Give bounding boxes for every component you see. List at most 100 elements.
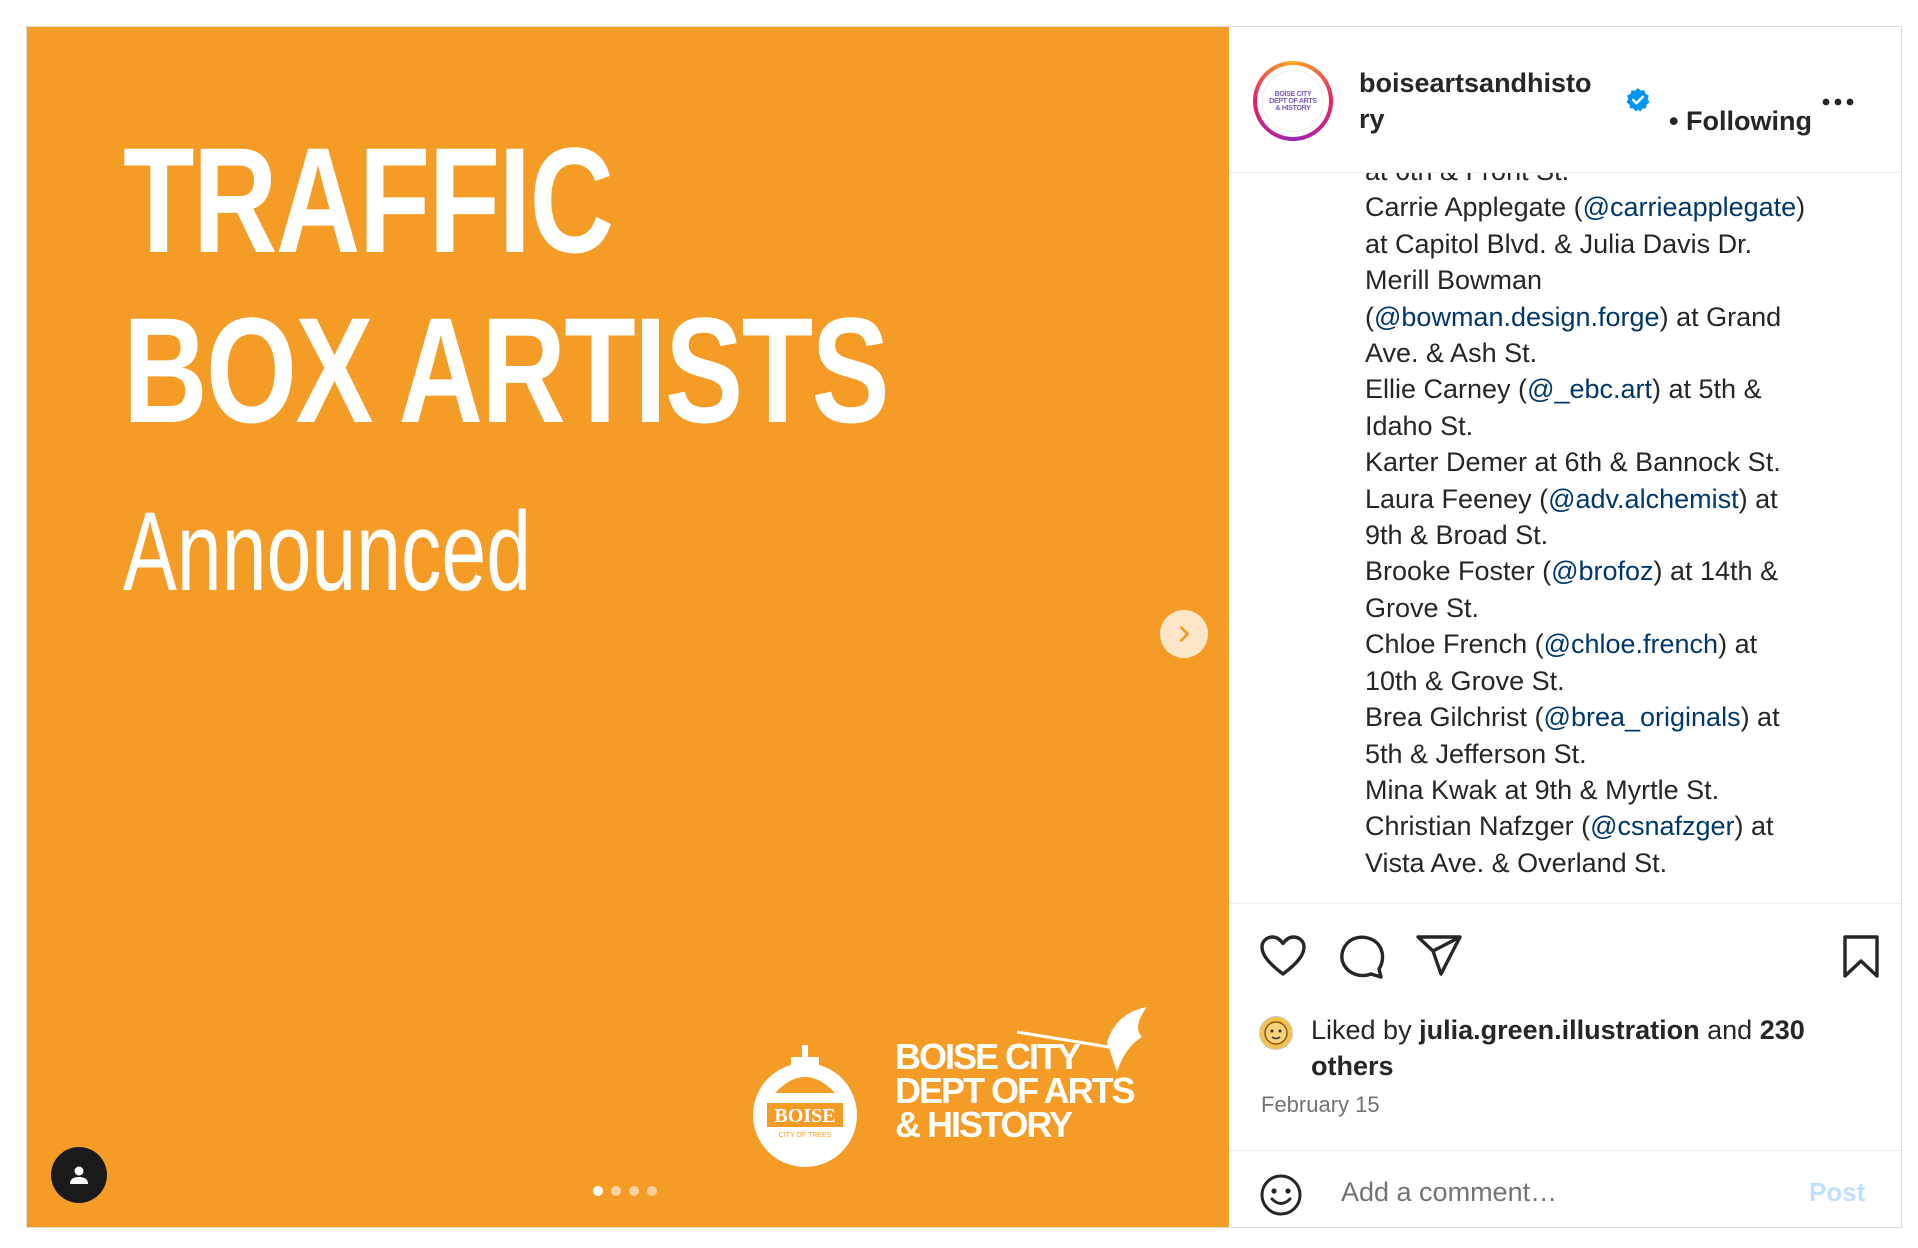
mention-link[interactable]: @brofoz (1551, 556, 1653, 586)
caption-text-segment: Vista Ave. & Overland St. (1365, 847, 1668, 878)
seal-text: BOISE (774, 1105, 835, 1127)
caption-text-segment: 10th & Grove St. (1365, 665, 1565, 696)
likes-middle: and (1699, 1015, 1760, 1045)
verified-badge-icon (1626, 88, 1650, 112)
avatar-inner: BOISE CITY DEPT OF ARTS & HISTORY (1257, 65, 1329, 137)
mention-link[interactable]: @brea_originals (1544, 702, 1741, 732)
share-icon[interactable] (1415, 934, 1463, 978)
caption-text-segment: Ave. & Ash St. (1365, 338, 1538, 369)
caption-text-segment: at Capitol Blvd. & Julia Davis Dr. (1365, 228, 1753, 259)
seal-subtext: CITY OF TREES (779, 1132, 832, 1139)
caption-line: Ave. & Ash St. (1365, 335, 1865, 371)
caption-text-segment: Christian Nafzger ( (1365, 811, 1591, 842)
post-comment-button[interactable]: Post (1809, 1177, 1865, 1208)
caption-text-segment: ) at Grand (1659, 301, 1782, 332)
follow-status-button[interactable]: • Following (1669, 103, 1812, 139)
caption-line: Brooke Foster (@brofoz) at 14th & (1365, 553, 1865, 589)
caption-line: Grove St. (1365, 590, 1865, 626)
caption-line: Chloe French (@chloe.french) at (1365, 626, 1865, 662)
liker-face-icon (1264, 1021, 1288, 1045)
tagged-users-button[interactable] (51, 1147, 107, 1203)
profile-avatar[interactable]: BOISE CITY DEPT OF ARTS & HISTORY (1253, 61, 1333, 141)
org-logo-line: DEPT OF ARTS (895, 1070, 1136, 1111)
caption-line: Brea Gilchrist (@brea_originals) at (1365, 699, 1865, 735)
profile-username[interactable]: boiseartsandhistory (1359, 65, 1599, 137)
caption-line: Carrie Applegate (@carrieapplegate) (1365, 189, 1865, 225)
carousel-indicator (593, 1186, 657, 1196)
caption-line: 10th & Grove St. (1365, 663, 1865, 699)
caption-line: 9th & Broad St. (1365, 517, 1865, 553)
caption-text-segment: Carrie Applegate ( (1365, 192, 1583, 223)
likes-summary: Liked by julia.green.illustration and 23… (1311, 1012, 1871, 1084)
caption-text-segment: Chloe French ( (1365, 629, 1544, 660)
carousel-dot (647, 1186, 657, 1196)
caption-line: Christian Nafzger (@csnafzger) at (1365, 808, 1865, 844)
comment-input[interactable] (1339, 1171, 1783, 1213)
next-slide-button[interactable] (1160, 610, 1208, 658)
likes-prefix: Liked by (1311, 1015, 1420, 1045)
caption-text-segment: ) at (1718, 629, 1758, 660)
caption-text-segment: ) at 14th & (1653, 556, 1779, 587)
caption-text-segment: Merill Bowman (1365, 265, 1543, 296)
caption-text-segment: Idaho St. (1365, 410, 1474, 441)
mention-link[interactable]: @chloe.french (1544, 629, 1719, 659)
org-logo-line: & HISTORY (895, 1104, 1073, 1145)
caption-text-segment: ) at (1738, 483, 1778, 514)
caption-text-segment: Laura Feeney ( (1365, 483, 1549, 514)
boise-seal-logo: BOISE CITY OF TREES (753, 1045, 857, 1167)
caption-text-segment: ) at (1740, 702, 1780, 733)
caption-text: at 6th & Front St. Carrie Applegate (@car… (1365, 173, 1865, 881)
bookmark-icon[interactable] (1841, 934, 1881, 980)
caption-text-segment: at 6th & Front St. (1365, 173, 1569, 186)
carousel-dot (611, 1186, 621, 1196)
caption-text-segment: Brea Gilchrist ( (1365, 702, 1544, 733)
avatar-logo-line: BOISE CITY (1274, 90, 1312, 98)
caption-text-segment: 9th & Broad St. (1365, 520, 1549, 551)
caption-line: Karter Demer at 6th & Bannock St. (1365, 444, 1865, 480)
media-subline: Announced (123, 489, 532, 614)
mention-link[interactable]: @bowman.design.forge (1374, 302, 1660, 332)
post-media[interactable]: TRAFFIC BOX ARTISTS Announced BOISE CITY… (27, 27, 1229, 1227)
avatar-logo-line: & HISTORY (1275, 104, 1311, 112)
separator-dot: • (1669, 106, 1679, 136)
post-side-panel: BOISE CITY DEPT OF ARTS & HISTORY boisea… (1229, 27, 1901, 1227)
liker-avatar[interactable] (1259, 1016, 1293, 1050)
caption-line: (@bowman.design.forge) at Grand (1365, 299, 1865, 335)
caption-text-segment: ( (1365, 301, 1374, 332)
carousel-dot (629, 1186, 639, 1196)
post-actions: Liked by julia.green.illustration and 23… (1229, 903, 1901, 1228)
caption-line: Ellie Carney (@_ebc.art) at 5th & (1365, 371, 1865, 407)
heart-icon[interactable] (1259, 934, 1307, 978)
post-caption: at 6th & Front St. Carrie Applegate (@car… (1229, 173, 1901, 903)
caption-line: Idaho St. (1365, 408, 1865, 444)
avatar-logo-line: DEPT OF ARTS (1269, 97, 1317, 105)
avatar-logo: BOISE CITY DEPT OF ARTS & HISTORY (1262, 70, 1324, 132)
caption-text-segment: 5th & Jefferson St. (1365, 738, 1587, 769)
caption-line: Mina Kwak at 9th & Myrtle St. (1365, 772, 1865, 808)
caption-line: Vista Ave. & Overland St. (1365, 845, 1865, 881)
mention-link[interactable]: @adv.alchemist (1548, 484, 1738, 514)
caption-text-segment: ) (1796, 192, 1806, 223)
caption-text-segment: Brooke Foster ( (1365, 556, 1552, 587)
caption-line: 5th & Jefferson St. (1365, 736, 1865, 772)
post-date[interactable]: February 15 (1261, 1092, 1380, 1118)
mention-link[interactable]: @_ebc.art (1527, 374, 1652, 404)
caption-text-segment: ) at 5th & (1652, 374, 1762, 405)
headline-line: BOX ARTISTS (123, 286, 890, 454)
more-icon[interactable] (1821, 97, 1855, 107)
instagram-post: TRAFFIC BOX ARTISTS Announced BOISE CITY… (26, 26, 1902, 1228)
user-tag-icon (70, 1166, 88, 1184)
emoji-icon[interactable] (1259, 1173, 1303, 1217)
post-header: BOISE CITY DEPT OF ARTS & HISTORY boisea… (1229, 27, 1901, 173)
caption-text-segment: Karter Demer at 6th & Bannock St. (1365, 447, 1781, 478)
comment-icon[interactable] (1337, 934, 1385, 980)
caption-text-segment: ) at (1734, 811, 1774, 842)
headline-line: TRAFFIC (123, 116, 614, 284)
comment-bar: Post (1229, 1150, 1901, 1229)
mention-link[interactable]: @carrieapplegate (1583, 192, 1797, 222)
caption-text-segment: Ellie Carney ( (1365, 374, 1528, 405)
follow-status-label: Following (1685, 106, 1812, 136)
liker-username[interactable]: julia.green.illustration (1419, 1015, 1700, 1045)
mention-link[interactable]: @csnafzger (1590, 811, 1734, 841)
caption-line: at 6th & Front St. (1365, 173, 1865, 189)
